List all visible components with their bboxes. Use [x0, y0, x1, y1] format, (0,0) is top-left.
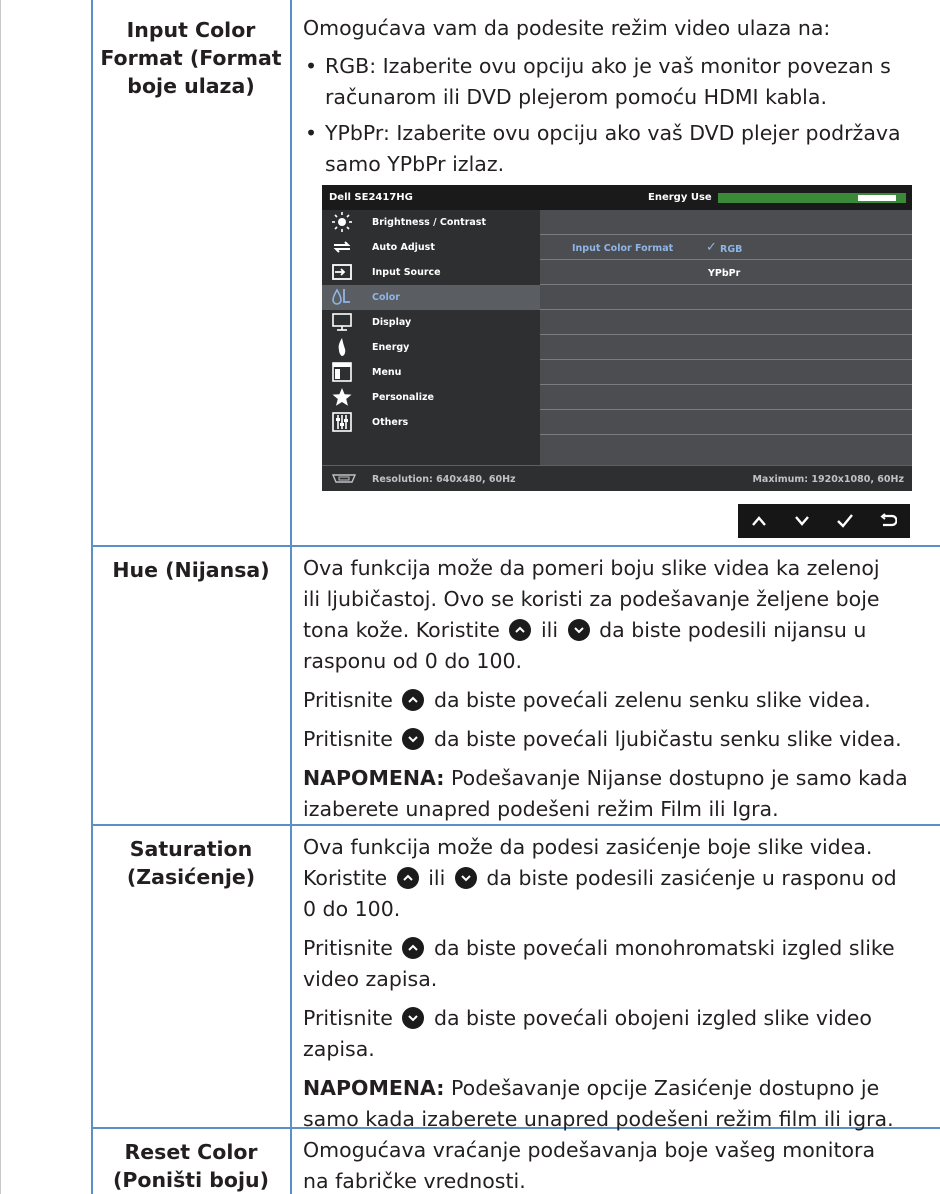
osd-row-ypbpr[interactable]: YPbPr — [540, 260, 912, 285]
osd-back-button[interactable] — [867, 504, 910, 538]
osd-footer: Resolution: 640x480, 60Hz Maximum: 1920x… — [322, 466, 912, 491]
setting-label-hue: Hue (Nijansa) — [112, 558, 270, 582]
down-button-icon — [402, 1007, 425, 1029]
osd-energy-label: Energy Use — [648, 192, 712, 203]
osd-menu-item-others[interactable]: Others — [322, 410, 540, 435]
setting-description-reset-color: Omogućava vraćanje podešavanja boje vaše… — [303, 1138, 876, 1193]
down-button-icon — [402, 728, 425, 750]
setting-label-reset-color: Reset Color (Poništi boju) — [112, 1140, 269, 1192]
up-button-icon — [396, 867, 419, 889]
osd-button-bar — [738, 504, 910, 538]
up-button-icon — [402, 937, 425, 959]
osd-submenu: Input Color Format ✓ RGB YPbPr — [540, 210, 912, 465]
star-icon — [331, 387, 353, 407]
sun-icon — [331, 212, 353, 232]
input-source-icon — [331, 262, 353, 282]
osd-menu-item-menu[interactable]: Menu — [322, 360, 540, 385]
osd-down-button[interactable] — [781, 504, 824, 538]
up-button-icon — [402, 689, 425, 711]
table-column-divider-2 — [290, 0, 292, 1194]
osd-menu-item-color[interactable]: Color — [322, 285, 540, 310]
osd-submenu-label: Input Color Format — [572, 243, 674, 254]
setting-description-input-color-format: Omogućava vam da podesite režim video ul… — [303, 13, 935, 180]
up-button-icon — [509, 619, 532, 641]
osd-check-button[interactable] — [824, 504, 867, 538]
energy-use-bar — [718, 193, 906, 203]
setting-label-input-color-format: Input Color Format (Format boje ulaza) — [100, 18, 282, 98]
setting-label-saturation: Saturation (Zasićenje) — [126, 837, 256, 889]
osd-menu-item-energy[interactable]: Energy — [322, 335, 540, 360]
down-icon — [795, 516, 809, 526]
back-icon — [880, 513, 897, 527]
down-button-icon — [567, 619, 590, 641]
osd-menu-item-display[interactable]: Display — [322, 310, 540, 335]
display-icon — [331, 312, 353, 332]
connector-icon — [331, 473, 357, 487]
auto-adjust-icon — [331, 237, 353, 257]
bullet-item: • RGB: Izaberite ovu opciju ako je vaš mo… — [305, 54, 891, 78]
check-icon — [837, 514, 853, 528]
osd-menu-item-personalize[interactable]: Personalize — [322, 385, 540, 410]
energy-icon — [331, 337, 353, 357]
row-divider — [92, 545, 940, 547]
osd-menu-item-input-source[interactable]: Input Source — [322, 260, 540, 285]
bullet-item: • YPbPr: Izaberite ovu opciju ako vaš DVD… — [305, 121, 901, 145]
osd-checkmark: ✓ — [706, 240, 717, 255]
osd-option-rgb: RGB — [720, 244, 743, 255]
osd-resolution: Resolution: 640x480, 60Hz — [372, 474, 516, 485]
color-icon — [331, 287, 353, 307]
up-icon — [752, 516, 766, 526]
osd-option-ypbpr: YPbPr — [708, 268, 741, 279]
osd-menu-screenshot: Dell SE2417HG Energy Use Brightness / Co… — [322, 185, 912, 491]
osd-up-button[interactable] — [738, 504, 781, 538]
osd-main-menu: Brightness / Contrast Auto Adjust Input … — [322, 210, 540, 465]
table-column-divider-1 — [91, 0, 93, 1194]
setting-description-hue: Ova funkcija može da pomeri boju slike v… — [303, 556, 908, 821]
osd-model-name: Dell SE2417HG — [329, 192, 413, 203]
osd-menu-item-auto-adjust[interactable]: Auto Adjust — [322, 235, 540, 260]
table-left-border — [0, 0, 1, 1194]
osd-maximum-resolution: Maximum: 1920x1080, 60Hz — [752, 474, 904, 485]
down-button-icon — [454, 867, 477, 889]
osd-row-rgb[interactable]: Input Color Format ✓ RGB — [540, 235, 912, 260]
osd-header: Dell SE2417HG Energy Use — [322, 185, 912, 210]
menu-icon — [331, 362, 353, 382]
osd-menu-item-brightness-contrast[interactable]: Brightness / Contrast — [322, 210, 540, 235]
setting-description-saturation: Ova funkcija može da podesi zasićenje bo… — [303, 835, 897, 1131]
others-icon — [331, 412, 353, 432]
